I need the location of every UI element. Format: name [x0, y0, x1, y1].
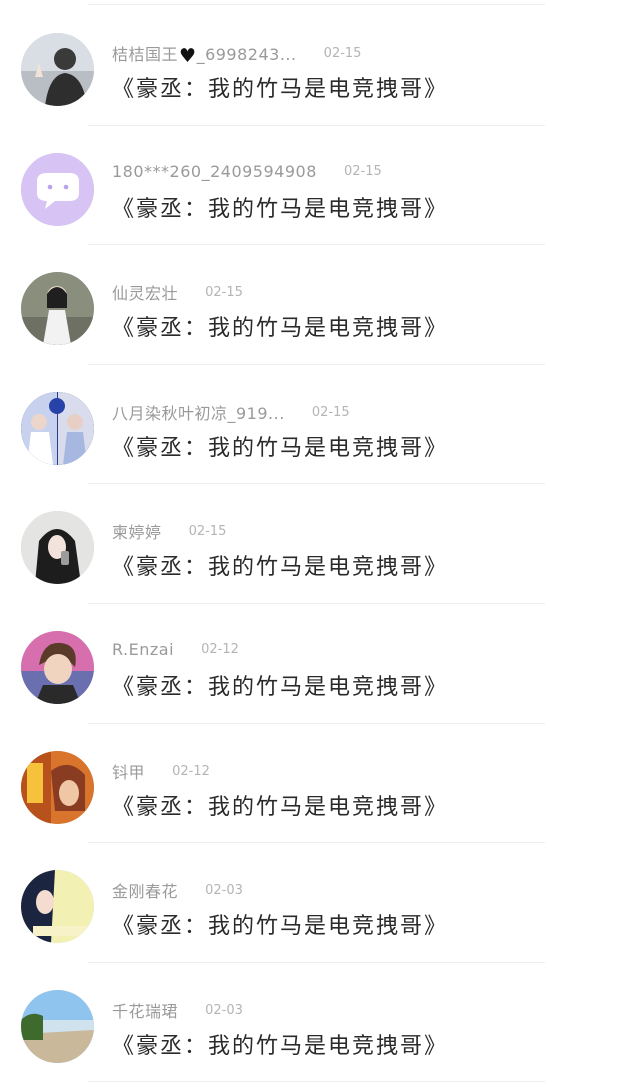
- comment-date: 02-12: [172, 763, 210, 779]
- username[interactable]: 180***260_2409594908: [112, 162, 317, 181]
- comment-row[interactable]: 金刚春花 02-03 《豪丞：我的竹马是电竞拽哥》: [0, 842, 640, 962]
- comment-date: 02-15: [205, 284, 243, 300]
- comment-row[interactable]: 千花瑞珺 02-03 《豪丞：我的竹马是电竞拽哥》: [0, 962, 640, 1082]
- comment-date: 02-15: [343, 164, 382, 179]
- comment-row[interactable]: R.Enzai 02-12 《豪丞：我的竹马是电竞拽哥》: [0, 603, 640, 723]
- avatar[interactable]: [21, 511, 94, 584]
- username[interactable]: 金刚春花: [112, 878, 178, 902]
- avatar[interactable]: [21, 870, 94, 943]
- avatar[interactable]: [21, 33, 94, 106]
- comment-date: 02-03: [205, 882, 243, 898]
- username[interactable]: 钭甲: [112, 759, 145, 783]
- comment-meta: 柬婷婷 02-15: [112, 519, 227, 543]
- comment-meta: 金刚春花 02-03: [112, 878, 243, 902]
- avatar[interactable]: [21, 631, 94, 704]
- avatar[interactable]: [21, 751, 94, 824]
- comment-text: 《豪丞：我的竹马是电竞拽哥》: [112, 436, 449, 461]
- avatar[interactable]: [21, 990, 94, 1063]
- comment-meta: 仙灵宏壮 02-15: [112, 280, 243, 304]
- comment-text: 《豪丞：我的竹马是电竞拽哥》: [112, 316, 449, 341]
- comment-text: 《豪丞：我的竹马是电竞拽哥》: [112, 914, 449, 939]
- comment-meta: 桔桔国王♥_6998243... 02-15: [112, 41, 362, 67]
- comment-date: 02-15: [311, 404, 350, 420]
- comment-text: 《豪丞：我的竹马是电竞拽哥》: [112, 555, 449, 580]
- comment-row[interactable]: 八月染秋叶初凉_919... 02-15 《豪丞：我的竹马是电竞拽哥》: [0, 364, 640, 484]
- comment-row[interactable]: 柬婷婷 02-15 《豪丞：我的竹马是电竞拽哥》: [0, 483, 640, 603]
- comment-date: 02-15: [188, 523, 227, 539]
- comment-date: 02-12: [201, 642, 239, 657]
- divider: [88, 1081, 545, 1082]
- comment-meta: 钭甲 02-12: [112, 759, 210, 783]
- avatar[interactable]: [21, 392, 94, 465]
- avatar[interactable]: [21, 272, 94, 345]
- black-heart-icon: ♥: [179, 44, 197, 67]
- username[interactable]: R.Enzai: [112, 640, 174, 659]
- username[interactable]: 八月染秋叶初凉_919...: [112, 400, 285, 424]
- comment-list: 桔桔国王♥_6998243... 02-15 《豪丞：我的竹马是电竞拽哥》 18…: [0, 0, 640, 1084]
- comment-meta: R.Enzai 02-12: [112, 639, 239, 661]
- comment-meta: 千花瑞珺 02-03: [112, 998, 243, 1022]
- comment-text: 《豪丞：我的竹马是电竞拽哥》: [112, 197, 449, 222]
- username[interactable]: 桔桔国王♥_6998243...: [112, 41, 297, 67]
- comment-text: 《豪丞：我的竹马是电竞拽哥》: [112, 675, 449, 700]
- comment-row[interactable]: 180***260_2409594908 02-15 《豪丞：我的竹马是电竞拽哥…: [0, 125, 640, 245]
- avatar[interactable]: [21, 153, 94, 226]
- username[interactable]: 柬婷婷: [112, 519, 162, 543]
- username[interactable]: 仙灵宏壮: [112, 280, 178, 304]
- comment-date: 02-03: [205, 1002, 243, 1018]
- comment-date: 02-15: [323, 46, 362, 62]
- comment-row[interactable]: 钭甲 02-12 《豪丞：我的竹马是电竞拽哥》: [0, 723, 640, 843]
- comment-meta: 八月染秋叶初凉_919... 02-15: [112, 400, 350, 424]
- comment-meta: 180***260_2409594908 02-15: [112, 161, 382, 183]
- comment-text: 《豪丞：我的竹马是电竞拽哥》: [112, 1034, 449, 1059]
- username[interactable]: 千花瑞珺: [112, 998, 178, 1022]
- comment-row[interactable]: 仙灵宏壮 02-15 《豪丞：我的竹马是电竞拽哥》: [0, 244, 640, 364]
- comment-text: 《豪丞：我的竹马是电竞拽哥》: [112, 77, 449, 102]
- comment-text: 《豪丞：我的竹马是电竞拽哥》: [112, 795, 449, 820]
- comment-row[interactable]: 桔桔国王♥_6998243... 02-15 《豪丞：我的竹马是电竞拽哥》: [0, 5, 640, 125]
